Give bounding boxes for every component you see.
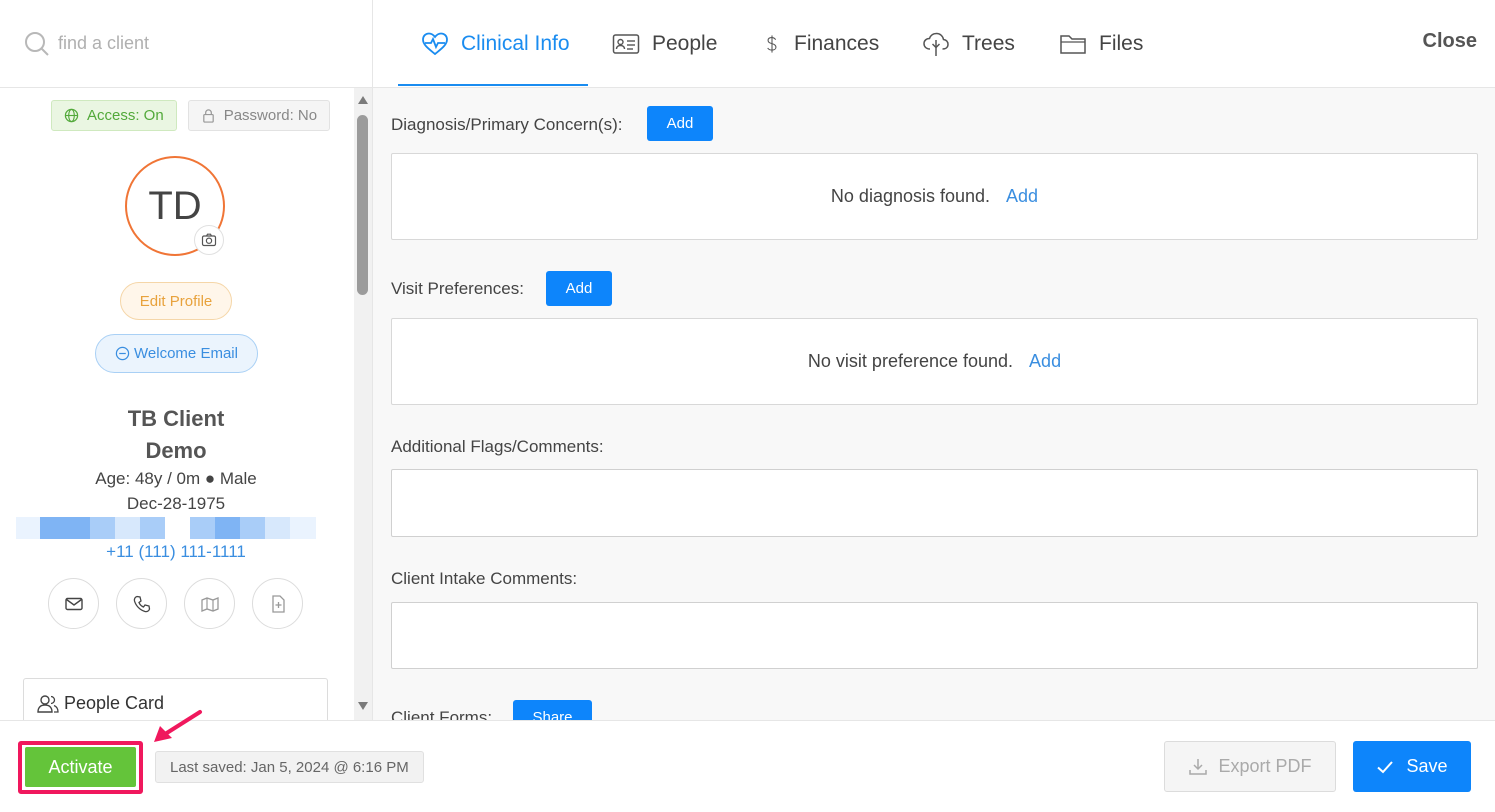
diagnosis-label: Diagnosis/Primary Concern(s):	[391, 115, 623, 134]
add-visit-preference-button[interactable]: Add	[546, 271, 612, 306]
add-diagnosis-button[interactable]: Add	[647, 106, 713, 141]
last-saved-status: Last saved: Jan 5, 2024 @ 6:16 PM	[155, 751, 424, 783]
visit-preferences-box: No visit preference found. Add	[391, 318, 1478, 405]
camera-icon	[201, 233, 217, 247]
lock-icon	[202, 109, 214, 123]
tab-people[interactable]: People	[612, 0, 717, 88]
client-profile-window: Access: On Password: No TD Edit Profile …	[0, 0, 1495, 812]
diagnosis-empty-state: No diagnosis found. Add	[392, 186, 1477, 207]
visit-empty-text: No visit preference found.	[807, 351, 1014, 371]
email-button[interactable]	[48, 578, 99, 629]
clinical-info-panel: Diagnosis/Primary Concern(s): Add No dia…	[373, 88, 1495, 720]
tab-clinical-info-label: Clinical Info	[461, 32, 570, 55]
share-forms-button[interactable]: Share	[513, 700, 592, 720]
active-tab-indicator	[398, 84, 588, 86]
export-pdf-button[interactable]: Export PDF	[1164, 741, 1336, 792]
tab-bar: Clinical Info People Finances Trees File…	[373, 0, 1495, 88]
intake-textarea[interactable]	[391, 602, 1478, 669]
tree-icon	[923, 32, 949, 56]
diagnosis-box: No diagnosis found. Add	[391, 153, 1478, 240]
footer-bar: Activate Last saved: Jan 5, 2024 @ 6:16 …	[0, 720, 1495, 812]
tab-clinical-info[interactable]: Clinical Info	[421, 0, 570, 88]
save-button[interactable]: Save	[1353, 741, 1471, 792]
add-diagnosis-link[interactable]: Add	[1006, 186, 1038, 206]
client-sidebar: Access: On Password: No TD Edit Profile …	[0, 0, 373, 720]
tab-trees[interactable]: Trees	[922, 0, 1015, 88]
add-document-button[interactable]	[252, 578, 303, 629]
password-badge-label: Password: No	[223, 107, 318, 124]
tab-files[interactable]: Files	[1059, 0, 1143, 88]
activate-button[interactable]: Activate	[25, 747, 136, 787]
download-icon	[1189, 758, 1208, 775]
diagnosis-empty-text: No diagnosis found.	[830, 186, 991, 206]
redacted-email	[16, 517, 316, 539]
tab-people-label: People	[652, 32, 718, 55]
search-icon	[25, 31, 49, 56]
client-age-gender: Age: 48y / 0m ● Male	[95, 469, 257, 488]
envelope-icon	[64, 597, 83, 610]
tab-finances[interactable]: Finances	[762, 0, 879, 88]
phone-icon	[133, 595, 150, 612]
call-button[interactable]	[116, 578, 167, 629]
close-button[interactable]: Close	[1423, 30, 1477, 53]
file-plus-icon	[271, 594, 285, 613]
search-input[interactable]	[58, 33, 338, 54]
edit-profile-button[interactable]: Edit Profile	[120, 282, 232, 320]
flags-textarea[interactable]	[391, 469, 1478, 537]
scroll-down-arrow-icon[interactable]	[358, 702, 368, 710]
intake-label: Client Intake Comments:	[391, 569, 578, 588]
client-dob: Dec-28-1975	[126, 494, 226, 513]
tab-trees-label: Trees	[962, 32, 1015, 55]
flags-label: Additional Flags/Comments:	[391, 437, 604, 456]
welcome-email-button[interactable]: Welcome Email	[95, 334, 258, 373]
users-icon	[37, 695, 59, 713]
quick-actions	[48, 578, 303, 629]
scroll-up-arrow-icon[interactable]	[358, 96, 368, 104]
tab-files-label: Files	[1099, 32, 1144, 55]
folder-icon	[1060, 35, 1086, 54]
tab-finances-label: Finances	[794, 32, 880, 55]
check-icon	[1377, 760, 1394, 773]
visit-preferences-label: Visit Preferences:	[391, 279, 524, 298]
annotation-arrow-icon	[154, 710, 202, 742]
map-button[interactable]	[184, 578, 235, 629]
welcome-email-label: Welcome Email	[134, 345, 238, 362]
save-label: Save	[1406, 756, 1448, 776]
client-phone-link[interactable]: +11 (111) 111-1111	[0, 542, 352, 562]
id-card-icon	[612, 34, 640, 54]
search-bar	[0, 0, 372, 88]
status-badges: Access: On Password: No	[51, 100, 331, 131]
client-first-name: TB Client	[127, 406, 225, 431]
client-last-name: Demo	[145, 438, 207, 463]
sidebar-scrollbar[interactable]	[354, 88, 372, 720]
access-badge[interactable]: Access: On	[51, 100, 177, 131]
dollar-icon	[767, 35, 777, 53]
scroll-thumb[interactable]	[357, 115, 368, 295]
upload-photo-button[interactable]	[194, 225, 224, 255]
map-icon	[200, 596, 219, 612]
minus-circle-icon	[115, 346, 130, 361]
add-visit-preference-link[interactable]: Add	[1029, 351, 1061, 371]
heartbeat-icon	[422, 32, 448, 56]
visit-empty-state: No visit preference found. Add	[392, 351, 1477, 372]
client-forms-label: Client Forms:	[391, 708, 493, 720]
password-badge[interactable]: Password: No	[187, 100, 331, 131]
export-pdf-label: Export PDF	[1218, 756, 1312, 776]
globe-icon	[64, 108, 79, 123]
access-badge-label: Access: On	[87, 107, 164, 124]
